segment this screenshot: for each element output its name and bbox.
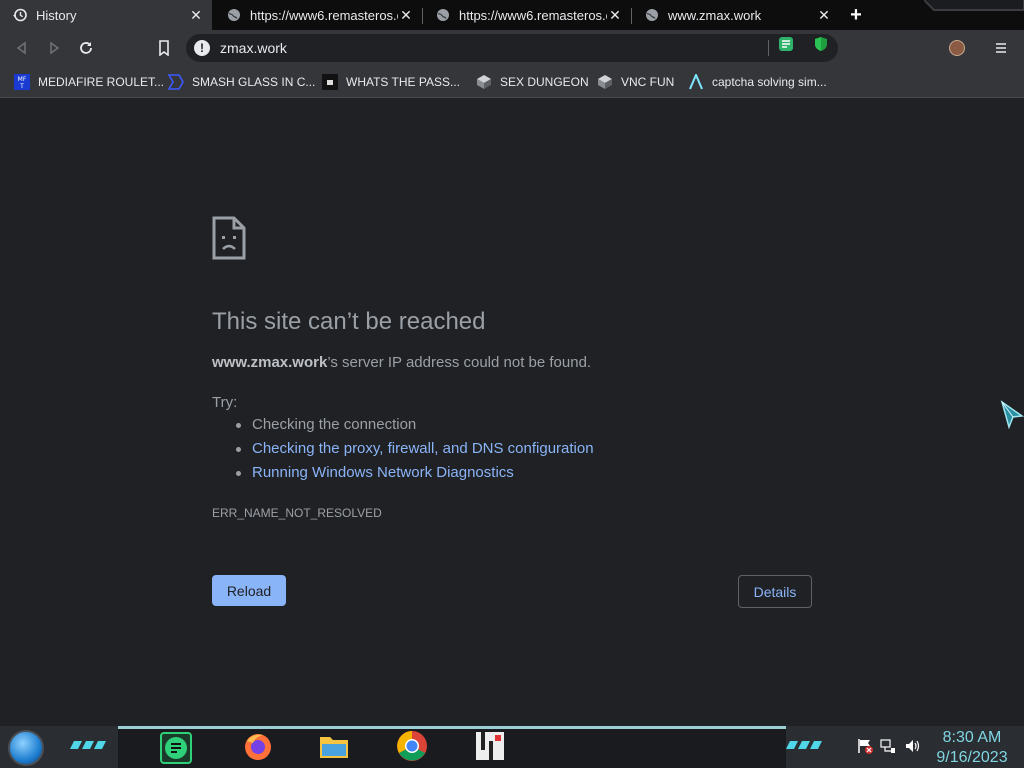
details-button[interactable]: Details bbox=[738, 575, 812, 608]
bookmark-captcha[interactable]: captcha solving sim... bbox=[688, 72, 827, 92]
try-label: Try: bbox=[212, 394, 238, 411]
tab-strip: History ✕ https://www6.remasteros.org ✕ … bbox=[0, 0, 1024, 30]
clock-date: 9/16/2023 bbox=[936, 749, 1008, 766]
taskbar-decoration-left bbox=[70, 741, 106, 749]
suggestion-check-connection: Checking the connection bbox=[230, 416, 594, 440]
tab-title: History bbox=[36, 7, 77, 23]
bookmark-icon bbox=[159, 40, 169, 56]
captcha-icon bbox=[688, 74, 704, 90]
pass-icon bbox=[322, 74, 338, 90]
reload-button[interactable]: Reload bbox=[212, 575, 286, 606]
volume-icon[interactable] bbox=[904, 738, 920, 754]
error-description-text: ’s server IP address could not be found. bbox=[327, 354, 592, 371]
dungeon-icon bbox=[476, 74, 492, 90]
info-icon[interactable]: ! bbox=[194, 40, 210, 56]
error-title: This site can’t be reached bbox=[212, 308, 486, 335]
globe-icon bbox=[435, 7, 451, 23]
error-host: www.zmax.work bbox=[212, 354, 328, 371]
refresh-icon bbox=[80, 42, 92, 54]
tab-remasteros-2[interactable]: https://www6.remasteros.org ✕ bbox=[423, 0, 631, 30]
taskbar-clock[interactable]: 8:30 AM 9/16/2023 bbox=[930, 728, 1014, 768]
history-icon bbox=[12, 7, 28, 23]
error-page: This site can’t be reached www.zmax.work… bbox=[0, 98, 1024, 726]
back-button[interactable] bbox=[10, 36, 34, 60]
clock-time: 8:30 AM bbox=[942, 729, 1002, 746]
svg-text:MF: MF bbox=[18, 76, 27, 83]
taskbar-game-app[interactable] bbox=[474, 730, 506, 762]
sad-page-icon bbox=[212, 216, 246, 260]
close-icon[interactable]: ✕ bbox=[607, 7, 623, 23]
new-tab-button[interactable]: + bbox=[846, 5, 866, 25]
tab-zmax[interactable]: www.zmax.work ✕ bbox=[632, 0, 840, 30]
bookmark-label: VNC FUN bbox=[621, 75, 675, 89]
chrome-icon bbox=[397, 731, 427, 761]
taskbar-firefox[interactable] bbox=[242, 730, 274, 762]
smash-icon bbox=[168, 74, 184, 90]
globe-icon bbox=[226, 7, 242, 23]
vnc-icon bbox=[597, 74, 613, 90]
taskbar-decoration-right bbox=[786, 741, 822, 749]
network-icon[interactable] bbox=[880, 738, 896, 754]
folder-icon bbox=[320, 737, 348, 758]
bookmark-label: SMASH GLASS IN C... bbox=[192, 75, 316, 89]
forward-button[interactable] bbox=[42, 36, 66, 60]
bookmark-smash-glass[interactable]: SMASH GLASS IN C... bbox=[168, 72, 315, 92]
error-description: www.zmax.work’s server IP address could … bbox=[212, 354, 591, 371]
close-icon[interactable]: ✕ bbox=[816, 7, 832, 23]
bookmark-label: MEDIAFIRE ROULET... bbox=[38, 75, 165, 89]
close-icon[interactable]: ✕ bbox=[188, 7, 204, 23]
taskbar-file-explorer[interactable] bbox=[318, 730, 350, 762]
tab-history[interactable]: History ✕ bbox=[0, 0, 212, 30]
maze-game-icon bbox=[476, 732, 504, 760]
start-button[interactable] bbox=[8, 730, 44, 766]
taskbar-notes-app[interactable] bbox=[160, 732, 192, 764]
address-bar-url[interactable]: zmax.work bbox=[220, 40, 287, 56]
close-icon[interactable]: ✕ bbox=[398, 7, 414, 23]
menu-icon[interactable] bbox=[994, 41, 1008, 55]
tab-title: https://www6.remasteros.org bbox=[459, 7, 607, 23]
suggestion-check-proxy-link[interactable]: Checking the proxy, firewall, and DNS co… bbox=[230, 440, 594, 464]
profile-avatar[interactable] bbox=[949, 40, 965, 56]
flag-notification-icon[interactable] bbox=[857, 738, 873, 754]
window-frame-decoration bbox=[924, 0, 1024, 11]
tab-remasteros-1[interactable]: https://www6.remasteros.org ✕ bbox=[214, 0, 422, 30]
bookmark-label: WHATS THE PASS... bbox=[346, 75, 461, 89]
taskbar-app-area bbox=[118, 726, 786, 768]
omnibox-divider bbox=[768, 40, 769, 56]
bookmark-button[interactable] bbox=[152, 36, 176, 60]
svg-text:T: T bbox=[19, 83, 24, 90]
bookmarks-bar: MF T MEDIAFIRE ROULET... SMASH GLASS IN C… bbox=[0, 66, 1024, 98]
shield-extension-icon[interactable] bbox=[813, 36, 829, 52]
bookmark-vnc-fun[interactable]: VNC FUN bbox=[597, 72, 674, 92]
notes-app-icon bbox=[165, 737, 187, 759]
notes-extension-icon[interactable] bbox=[778, 36, 794, 52]
toolbar: ! zmax.work bbox=[0, 30, 1024, 66]
back-icon bbox=[16, 41, 26, 55]
error-code: ERR_NAME_NOT_RESOLVED bbox=[212, 506, 382, 520]
tab-title: www.zmax.work bbox=[668, 7, 762, 23]
mft-icon: MF T bbox=[14, 74, 30, 90]
bookmark-dungeon[interactable]: SEX DUNGEON bbox=[476, 72, 589, 92]
bookmark-mediafire[interactable]: MF T MEDIAFIRE ROULET... bbox=[14, 72, 164, 92]
address-bar[interactable]: ! zmax.work bbox=[186, 34, 838, 62]
globe-icon bbox=[644, 7, 660, 23]
tab-title: https://www6.remasteros.org bbox=[250, 7, 398, 23]
taskbar-chrome[interactable] bbox=[396, 730, 428, 762]
reload-toolbar-button[interactable] bbox=[74, 36, 98, 60]
bookmark-label: SEX DUNGEON bbox=[500, 75, 589, 89]
firefox-icon bbox=[245, 734, 271, 760]
suggestion-network-diagnostics-link[interactable]: Running Windows Network Diagnostics bbox=[230, 464, 594, 488]
suggestion-list: Checking the connection Checking the pro… bbox=[230, 416, 594, 488]
bookmark-label: captcha solving sim... bbox=[712, 75, 827, 89]
bookmark-whats-the-pass[interactable]: WHATS THE PASS... bbox=[322, 72, 460, 92]
mouse-cursor-icon bbox=[1000, 400, 1024, 430]
forward-icon bbox=[50, 41, 60, 55]
